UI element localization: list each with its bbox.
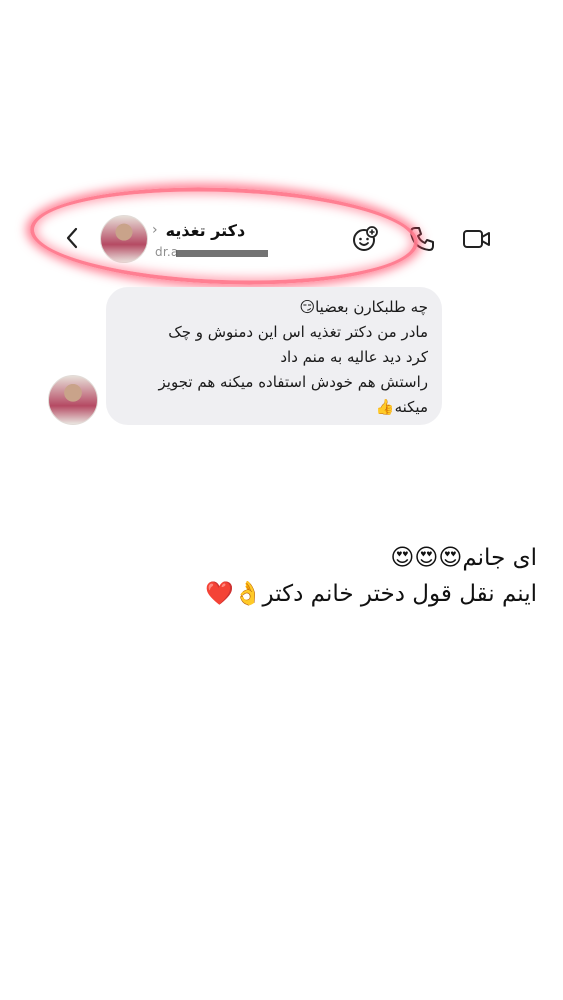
- chat-header: › دکتر تغذیه dr.a: [0, 200, 563, 276]
- message-line: راستش هم خودش استفاده میکنه هم تجویز: [158, 373, 428, 391]
- message-line: کرد دید عالیه به منم داد: [280, 348, 428, 366]
- caption-line-2: اینم نقل قول دختر خانم دکتر👌❤️: [205, 581, 537, 607]
- story-caption: ای جانم😍😍😍 اینم نقل قول دختر خانم دکتر👌❤…: [170, 540, 537, 612]
- message-line: چه طلبکارن بعضیا😏: [299, 298, 428, 316]
- face-effect-button[interactable]: [350, 224, 380, 254]
- phone-call-button[interactable]: [407, 224, 437, 254]
- contact-avatar[interactable]: [100, 215, 148, 263]
- contact-name-row[interactable]: › دکتر تغذیه: [152, 218, 245, 242]
- received-message-bubble[interactable]: چه طلبکارن بعضیا😏 مادر من دکتر تغذیه اس …: [106, 287, 442, 425]
- username-redaction: [176, 250, 268, 257]
- contact-name: دکتر تغذیه: [165, 220, 246, 240]
- contact-username: dr.a: [155, 245, 179, 259]
- chevron-left-icon: [66, 227, 78, 249]
- caption-line-1: ای جانم😍😍😍: [390, 545, 537, 571]
- message-line: میکنه👍: [375, 398, 428, 416]
- back-button[interactable]: [56, 220, 88, 256]
- phone-call-icon: [410, 227, 434, 251]
- face-effect-icon: [353, 226, 378, 251]
- video-call-button[interactable]: [462, 224, 492, 254]
- message-line: مادر من دکتر تغذیه اس این دمنوش و چک: [168, 323, 428, 341]
- chevron-right-small-icon: ›: [152, 222, 158, 238]
- video-call-icon: [463, 230, 490, 248]
- sender-avatar[interactable]: [48, 375, 98, 425]
